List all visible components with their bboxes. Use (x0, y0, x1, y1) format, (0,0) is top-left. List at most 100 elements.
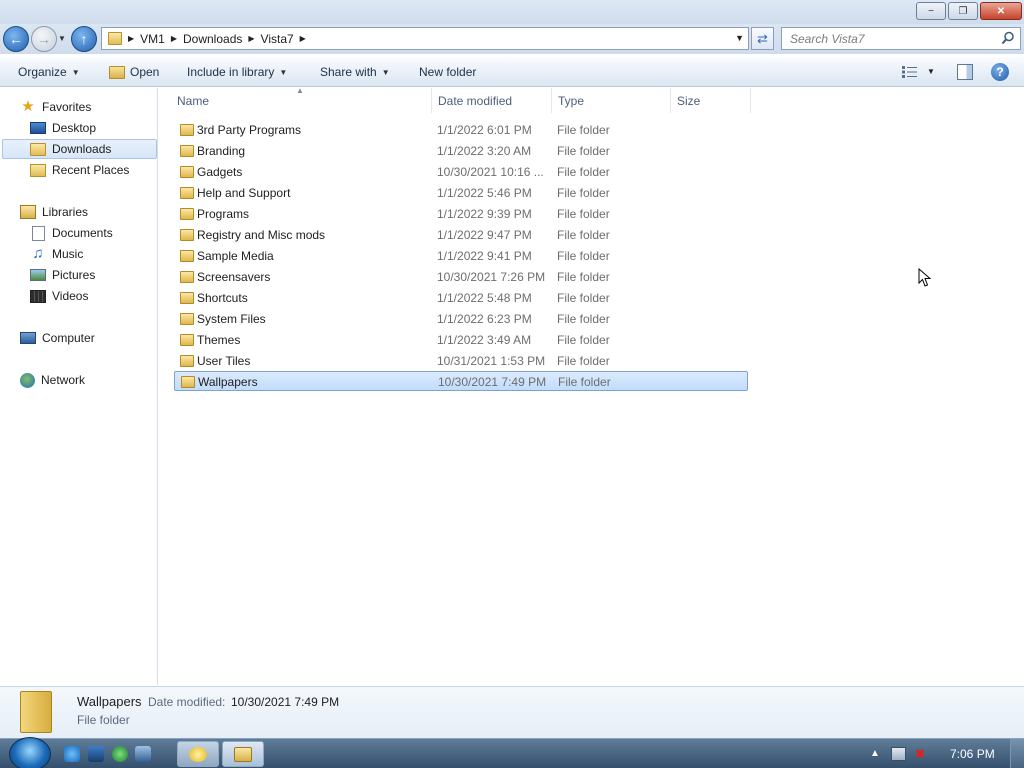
file-row[interactable]: Branding 1/1/2022 3:20 AM File folder (174, 141, 748, 161)
file-row[interactable]: Sample Media 1/1/2022 9:41 PM File folde… (174, 246, 748, 266)
folder-icon (180, 208, 194, 220)
restore-button[interactable]: ❐ (948, 2, 978, 20)
show-hidden-icons-icon[interactable]: ▲ (870, 748, 880, 759)
nav-pictures[interactable]: Pictures (30, 265, 95, 285)
views-icon[interactable] (902, 66, 918, 78)
folder-icon (180, 334, 194, 346)
file-row[interactable]: Registry and Misc mods 1/1/2022 9:47 PM … (174, 225, 748, 245)
file-date: 1/1/2022 3:49 AM (437, 333, 532, 347)
breadcrumb-vm1[interactable]: VM1 (140, 32, 165, 46)
chevron-down-icon: ▼ (71, 67, 80, 77)
nav-desktop[interactable]: Desktop (30, 118, 96, 138)
file-row[interactable]: Themes 1/1/2022 3:49 AM File folder (174, 330, 748, 350)
file-row[interactable]: Gadgets 10/30/2021 10:16 ... File folder (174, 162, 748, 182)
minimize-button[interactable]: − (916, 2, 946, 20)
media-player-icon[interactable] (112, 746, 128, 762)
folder-icon (180, 145, 194, 157)
chevron-right-icon[interactable]: ▶ (128, 34, 134, 43)
chevron-right-icon[interactable]: ▶ (171, 34, 177, 43)
mouse-cursor-icon (918, 268, 932, 287)
address-bar[interactable]: ▶ VM1 ▶ Downloads ▶ Vista7 ▶ ▼ (101, 27, 749, 50)
column-size-label: Size (677, 93, 701, 108)
column-header-date-modified[interactable]: Date modified (434, 88, 552, 113)
network-icon (20, 372, 35, 388)
file-date: 1/1/2022 5:46 PM (437, 186, 532, 200)
chevron-right-icon[interactable]: ▶ (248, 34, 254, 43)
nav-downloads-label: Downloads (52, 142, 112, 156)
chevron-down-icon: ▼ (381, 67, 390, 77)
close-button[interactable]: ✕ (980, 2, 1022, 20)
include-in-library-button[interactable]: Include in library ▼ (187, 65, 287, 79)
file-row[interactable]: Shortcuts 1/1/2022 5:48 PM File folder (174, 288, 748, 308)
nav-computer[interactable]: Computer (20, 328, 95, 348)
clock[interactable]: 7:06 PM (950, 747, 995, 761)
search-icon[interactable] (1001, 31, 1015, 45)
show-desktop-quick-icon[interactable] (88, 746, 104, 762)
file-row[interactable]: Help and Support 1/1/2022 5:46 PM File f… (174, 183, 748, 203)
taskbar-button-explorer[interactable] (222, 741, 264, 767)
file-type: File folder (557, 270, 610, 284)
refresh-button[interactable]: ⇄ (751, 27, 774, 50)
up-button[interactable]: ↑ (71, 26, 97, 52)
nav-downloads[interactable]: Downloads (2, 139, 157, 159)
file-row[interactable]: User Tiles 10/31/2021 1:53 PM File folde… (174, 351, 748, 371)
file-date: 1/1/2022 3:20 AM (437, 144, 532, 158)
pictures-icon (30, 269, 46, 281)
desktop-icon (30, 122, 46, 134)
nav-music[interactable]: ♫ Music (30, 244, 83, 264)
open-button[interactable]: Open (109, 65, 159, 79)
nav-network-label: Network (41, 373, 86, 387)
arrow-right-icon: → (37, 31, 51, 47)
chevron-down-icon: ▼ (279, 67, 288, 77)
nav-videos[interactable]: Videos (30, 286, 88, 306)
folder-icon (180, 229, 194, 241)
breadcrumb-vista7[interactable]: Vista7 (261, 32, 294, 46)
file-name: 3rd Party Programs (197, 123, 302, 137)
preview-pane-icon[interactable] (957, 64, 973, 80)
start-button[interactable] (9, 737, 51, 768)
new-folder-button[interactable]: New folder (419, 65, 476, 79)
nav-favorites-label: Favorites (42, 100, 92, 114)
file-row[interactable]: System Files 1/1/2022 6:23 PM File folde… (174, 309, 748, 329)
column-name-label: Name (177, 93, 210, 108)
chevron-right-icon[interactable]: ▶ (300, 34, 306, 43)
file-row[interactable]: Screensavers 10/30/2021 7:26 PM File fol… (174, 267, 748, 287)
search-input[interactable] (790, 31, 990, 46)
address-dropdown-icon[interactable]: ▼ (735, 33, 744, 43)
file-row[interactable]: 3rd Party Programs 1/1/2022 6:01 PM File… (174, 120, 748, 140)
taskbar-button-messenger[interactable] (177, 741, 219, 767)
file-row[interactable]: Programs 1/1/2022 9:39 PM File folder (174, 204, 748, 224)
nav-favorites[interactable]: ★ Favorites (20, 97, 91, 117)
computer-icon (20, 332, 36, 344)
arrow-left-icon: ← (9, 31, 23, 47)
nav-network[interactable]: Network (20, 370, 85, 390)
file-row-selected[interactable]: Wallpapers 10/30/2021 7:49 PM File folde… (174, 371, 748, 391)
share-with-button[interactable]: Share with ▼ (320, 65, 390, 79)
search-box[interactable] (781, 27, 1021, 50)
show-desktop-button[interactable] (1010, 739, 1024, 768)
documents-icon (32, 225, 45, 241)
nav-recent-places[interactable]: Recent Places (30, 160, 129, 180)
organize-button[interactable]: Organize ▼ (18, 65, 80, 79)
back-button[interactable]: ← (3, 26, 29, 52)
recent-pages-dropdown-icon[interactable]: ▼ (58, 34, 66, 43)
internet-explorer-icon[interactable] (64, 746, 80, 762)
column-header-size[interactable]: Size (673, 88, 751, 113)
nav-documents[interactable]: Documents (30, 223, 113, 243)
forward-button[interactable]: → (31, 26, 57, 52)
details-date-label: Date modified: (148, 695, 226, 709)
file-date: 1/1/2022 9:47 PM (437, 228, 532, 242)
nav-music-label: Music (52, 247, 84, 261)
help-icon[interactable]: ? (991, 63, 1009, 81)
column-header-name[interactable]: Name (173, 88, 432, 113)
libraries-icon (20, 205, 36, 219)
nav-documents-label: Documents (52, 226, 113, 240)
switch-windows-icon[interactable] (135, 746, 151, 762)
network-tray-icon[interactable] (891, 747, 906, 761)
views-dropdown-icon[interactable]: ▼ (927, 67, 935, 76)
file-type: File folder (557, 144, 610, 158)
volume-muted-icon[interactable]: ✖ (915, 747, 930, 761)
nav-libraries[interactable]: Libraries (20, 202, 88, 222)
breadcrumb-downloads[interactable]: Downloads (183, 32, 242, 46)
column-header-type[interactable]: Type (554, 88, 671, 113)
